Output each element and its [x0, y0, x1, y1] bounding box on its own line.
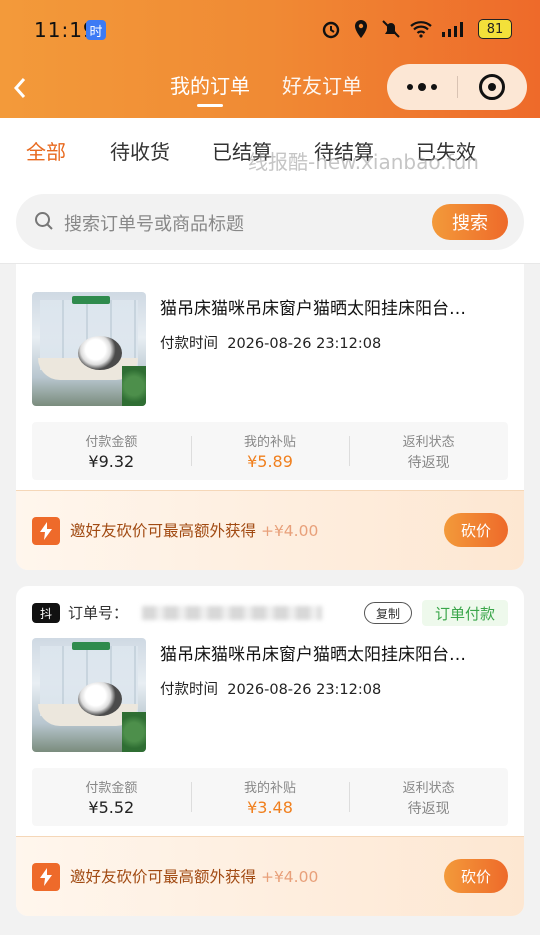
order-stats: 付款金额 ¥9.32 我的补贴 ¥5.89 返利状态 待返现 — [32, 422, 508, 480]
location-icon — [350, 18, 372, 40]
tab-my-orders[interactable]: 我的订单 — [170, 70, 250, 109]
stat-rebate-status: 返利状态 待返现 — [349, 768, 508, 826]
filter-pending-receipt[interactable]: 待收货 — [110, 136, 170, 165]
close-miniapp-button[interactable] — [458, 64, 528, 110]
stat-label: 返利状态 — [402, 780, 455, 796]
order-card: 猫吊床猫咪吊床窗户猫晒太阳挂床阳台… 付款时间 2026-08-26 23:12… — [16, 264, 524, 570]
search-input[interactable]: 搜索订单号或商品标题 搜索 — [16, 194, 524, 250]
pay-time-label: 付款时间 — [160, 336, 218, 352]
stat-pay-amount: 付款金额 ¥5.52 — [32, 768, 191, 826]
status-badge: 订单付款 — [422, 600, 508, 626]
search-placeholder: 搜索订单号或商品标题 — [64, 214, 244, 235]
copy-order-button[interactable]: 复制 — [364, 602, 412, 624]
watermark: 线报酷-new.xianbao.fun — [248, 150, 479, 174]
pay-time-label: 付款时间 — [160, 682, 218, 698]
lightning-icon — [32, 517, 60, 545]
stat-value: ¥3.48 — [247, 798, 293, 817]
stat-value: ¥5.89 — [247, 452, 293, 471]
bargain-promo: 邀好友砍价可最高额外获得 +¥4.00 砍价 — [16, 836, 524, 916]
pay-time-value: 2026-08-26 23:12:08 — [227, 682, 382, 698]
battery-indicator: 81 — [478, 19, 512, 39]
target-icon — [479, 74, 506, 100]
product-thumbnail[interactable] — [32, 292, 146, 406]
alarm-icon — [320, 18, 342, 40]
order-number-redacted — [142, 606, 322, 620]
pay-time: 付款时间 2026-08-26 23:12:08 — [160, 678, 381, 699]
lightning-icon — [32, 863, 60, 891]
more-options-button[interactable] — [387, 64, 457, 110]
header-bar: 11:19 时 81 我的订单 好友订单 — [0, 0, 540, 118]
stat-label: 付款金额 — [85, 781, 138, 796]
filter-all[interactable]: 全部 — [26, 136, 66, 165]
stat-value: ¥5.52 — [88, 798, 135, 817]
stat-value: 待返现 — [407, 454, 450, 471]
promo-text: 邀好友砍价可最高额外获得 +¥4.00 — [70, 868, 319, 886]
search-section: 搜索订单号或商品标题 搜索 — [0, 180, 540, 264]
wifi-icon — [410, 18, 432, 40]
stat-subsidy: 我的补贴 ¥3.48 — [190, 768, 350, 826]
status-bar: 11:19 时 81 — [0, 0, 540, 62]
stat-label: 付款金额 — [85, 435, 138, 450]
order-scope-tabs: 我的订单 好友订单 — [170, 70, 362, 109]
promo-amount: +¥4.00 — [260, 868, 319, 886]
bargain-button[interactable]: 砍价 — [444, 513, 508, 547]
stat-pay-amount: 付款金额 ¥9.32 — [32, 422, 191, 480]
order-stats: 付款金额 ¥5.52 我的补贴 ¥3.48 返利状态 待返现 — [32, 768, 508, 826]
signal-icon — [440, 18, 470, 40]
status-app-badge: 时 — [86, 20, 106, 40]
status-icons: 81 — [320, 18, 512, 40]
stat-value: 待返现 — [407, 800, 450, 817]
platform-tag: 抖 — [32, 603, 60, 623]
stat-value: ¥9.32 — [88, 452, 135, 471]
search-button[interactable]: 搜索 — [432, 204, 508, 240]
pay-time-value: 2026-08-26 23:12:08 — [227, 336, 382, 352]
tab-friend-orders[interactable]: 好友订单 — [282, 70, 362, 109]
stat-label: 我的补贴 — [244, 435, 297, 450]
promo-text: 邀好友砍价可最高额外获得 +¥4.00 — [70, 522, 319, 540]
stat-rebate-status: 返利状态 待返现 — [349, 422, 508, 480]
product-title[interactable]: 猫吊床猫咪吊床窗户猫晒太阳挂床阳台… — [160, 640, 508, 665]
product-thumbnail[interactable] — [32, 638, 146, 752]
chevron-left-icon — [13, 78, 26, 98]
stat-label: 我的补贴 — [244, 781, 297, 796]
order-card: 抖 订单号： 复制 订单付款 猫吊床猫咪吊床窗户猫晒太阳挂床阳台… 付款时间 2… — [16, 586, 524, 916]
miniapp-capsule — [387, 64, 527, 110]
back-button[interactable] — [12, 70, 36, 106]
mute-bell-icon — [380, 18, 402, 40]
pay-time: 付款时间 2026-08-26 23:12:08 — [160, 332, 381, 353]
stat-label: 返利状态 — [402, 434, 455, 450]
product-title[interactable]: 猫吊床猫咪吊床窗户猫晒太阳挂床阳台… — [160, 294, 508, 319]
order-number-label: 订单号： — [68, 604, 129, 622]
stat-subsidy: 我的补贴 ¥5.89 — [190, 422, 350, 480]
bargain-button[interactable]: 砍价 — [444, 859, 508, 893]
bargain-promo: 邀好友砍价可最高额外获得 +¥4.00 砍价 — [16, 490, 524, 570]
promo-amount: +¥4.00 — [260, 522, 319, 540]
order-header: 抖 订单号： 复制 订单付款 — [32, 600, 508, 628]
search-icon — [35, 212, 53, 230]
